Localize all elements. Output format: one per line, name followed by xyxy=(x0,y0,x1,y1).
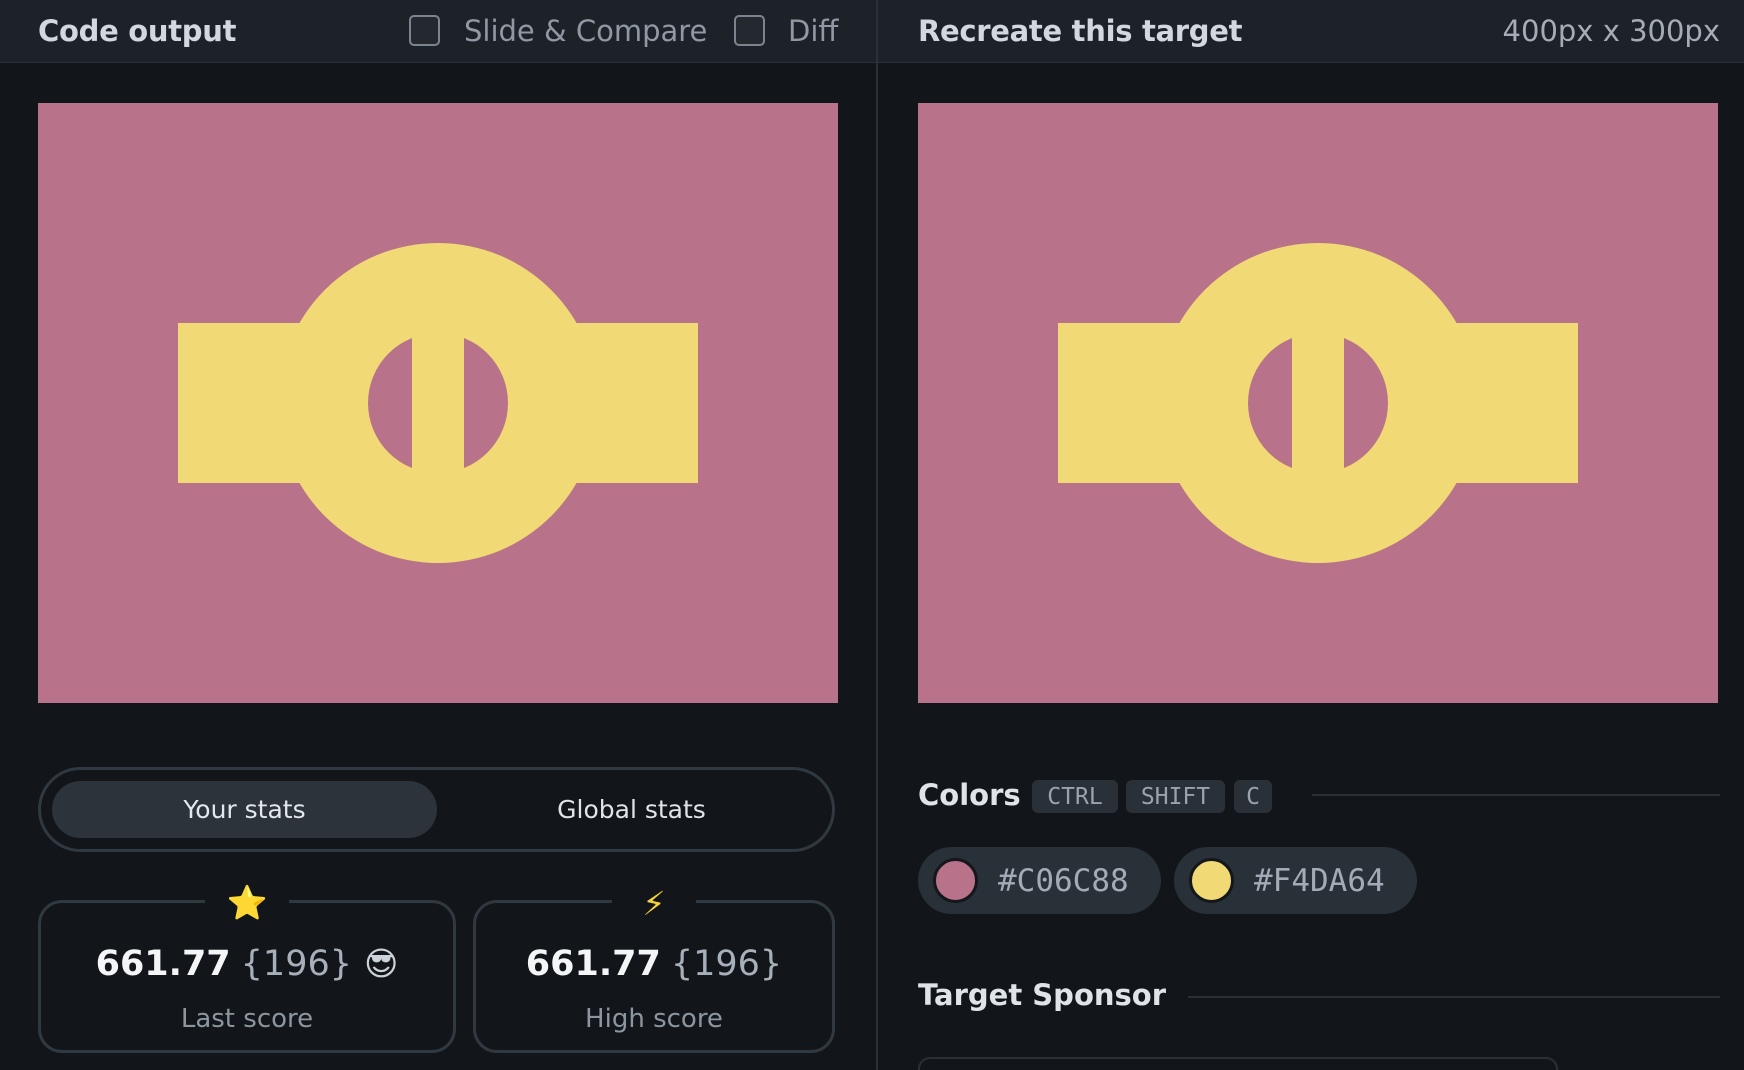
slide-compare-checkbox[interactable] xyxy=(409,15,440,46)
target-title: Recreate this target xyxy=(918,14,1243,48)
high-score-count: {196} xyxy=(670,944,783,984)
diff-checkbox[interactable] xyxy=(734,15,765,46)
lightning-icon: ⚡ xyxy=(612,881,696,925)
target-dimensions: 400px x 300px xyxy=(1502,14,1720,48)
last-score-count: {196} xyxy=(240,944,352,984)
swatch-dot xyxy=(1189,858,1234,903)
shortcut-key-c: C xyxy=(1234,780,1272,813)
tab-your-stats[interactable]: Your stats xyxy=(52,781,437,838)
high-score-value: 661.77 xyxy=(525,944,661,984)
shortcut-key-shift: SHIFT xyxy=(1126,780,1225,813)
sponsor-card[interactable] xyxy=(918,1057,1558,1070)
shortcut-key-ctrl: CTRL xyxy=(1032,780,1118,813)
output-render xyxy=(38,103,838,703)
high-score-label: High score xyxy=(585,1004,723,1034)
code-output-pane: Code output Slide & Compare Diff Your st… xyxy=(0,0,876,1070)
sunglasses-emoji-icon: 😎 xyxy=(364,944,399,983)
target-pane: Recreate this target 400px x 300px Color… xyxy=(878,0,1744,1070)
diff-label[interactable]: Diff xyxy=(788,14,838,48)
high-score-card: ⚡ 661.77 {196} High score xyxy=(473,881,835,1053)
code-output-title: Code output xyxy=(38,14,237,48)
colors-title: Colors xyxy=(918,778,1021,812)
slide-compare-label[interactable]: Slide & Compare xyxy=(464,14,707,48)
target-header: Recreate this target 400px x 300px xyxy=(878,0,1744,63)
sponsor-divider xyxy=(1188,996,1720,998)
star-icon: ⭐ xyxy=(205,881,289,925)
target-stem xyxy=(1292,323,1344,483)
color-swatch-pink[interactable]: #C06C88 xyxy=(918,847,1161,914)
swatch-hex: #C06C88 xyxy=(998,862,1129,899)
color-swatch-yellow[interactable]: #F4DA64 xyxy=(1174,847,1417,914)
swatch-dot xyxy=(933,858,978,903)
target-render xyxy=(918,103,1718,703)
last-score-card: ⭐ 661.77 {196} 😎 Last score xyxy=(38,881,456,1053)
tab-global-stats[interactable]: Global stats xyxy=(439,781,824,838)
last-score-value: 661.77 xyxy=(95,944,231,984)
target-sponsor-title: Target Sponsor xyxy=(918,978,1167,1012)
output-canvas[interactable] xyxy=(38,103,838,703)
render-stem xyxy=(412,323,464,483)
colors-divider xyxy=(1312,794,1720,796)
code-output-header: Code output Slide & Compare Diff xyxy=(0,0,876,63)
target-canvas xyxy=(918,103,1718,703)
last-score-label: Last score xyxy=(180,1004,314,1034)
stats-toggle: Your stats Global stats xyxy=(38,767,835,852)
swatch-hex: #F4DA64 xyxy=(1254,862,1385,899)
